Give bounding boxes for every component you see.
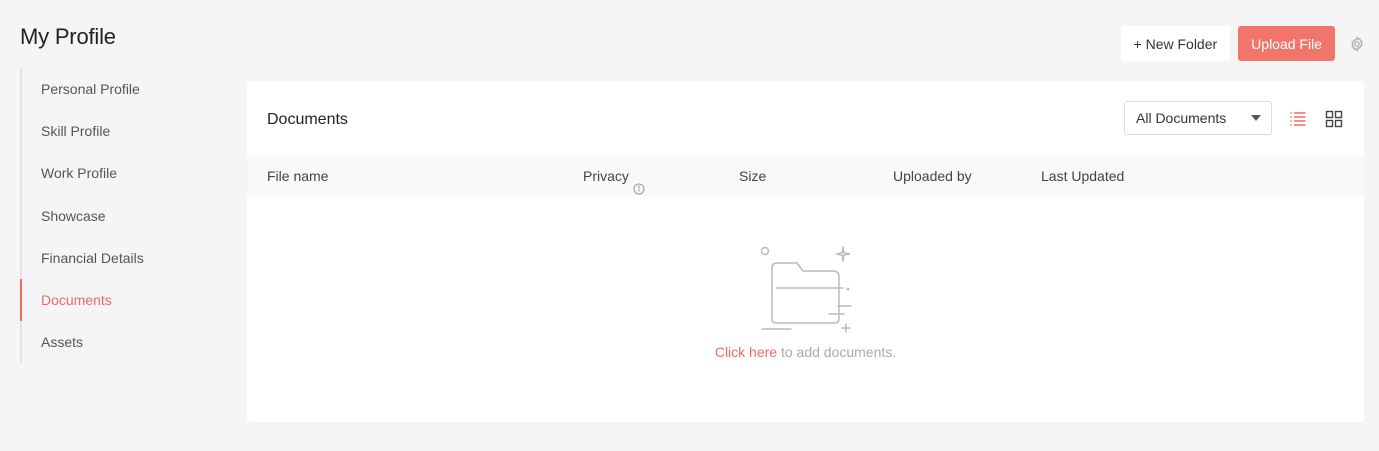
column-file-name[interactable]: File name bbox=[267, 156, 328, 196]
table-header: File name Privacy Size Uploaded by Last … bbox=[247, 156, 1364, 196]
column-privacy-label: Privacy bbox=[583, 168, 629, 184]
sidebar: Personal Profile Skill Profile Work Prof… bbox=[20, 68, 220, 364]
column-size[interactable]: Size bbox=[739, 156, 766, 196]
document-filter-value: All Documents bbox=[1136, 110, 1227, 126]
column-privacy[interactable]: Privacy bbox=[583, 156, 645, 196]
empty-state-text: to add documents. bbox=[777, 344, 897, 360]
top-actions: + New Folder Upload File bbox=[1120, 26, 1365, 61]
new-folder-button[interactable]: + New Folder bbox=[1120, 26, 1231, 61]
page-title: My Profile bbox=[20, 24, 116, 49]
gear-icon[interactable] bbox=[1349, 35, 1365, 52]
documents-title: Documents bbox=[267, 111, 348, 128]
click-here-link[interactable]: Click here bbox=[715, 344, 777, 360]
sidebar-item-work-profile[interactable]: Work Profile bbox=[22, 152, 220, 194]
upload-file-button[interactable]: Upload File bbox=[1238, 26, 1335, 61]
sidebar-item-showcase[interactable]: Showcase bbox=[22, 195, 220, 237]
info-icon[interactable] bbox=[633, 170, 645, 195]
documents-panel: Documents All Documents File name Privac… bbox=[247, 81, 1364, 422]
column-uploaded-by[interactable]: Uploaded by bbox=[893, 156, 972, 196]
document-filter-select[interactable]: All Documents bbox=[1124, 101, 1272, 135]
grid-view-icon[interactable] bbox=[1324, 109, 1344, 129]
sidebar-item-personal-profile[interactable]: Personal Profile bbox=[22, 68, 220, 110]
caret-down-icon bbox=[1251, 115, 1261, 121]
list-view-icon[interactable] bbox=[1288, 109, 1308, 129]
sidebar-item-assets[interactable]: Assets bbox=[22, 321, 220, 363]
empty-state-message: Click here to add documents. bbox=[247, 344, 1364, 360]
sidebar-item-financial-details[interactable]: Financial Details bbox=[22, 237, 220, 279]
empty-folder-illustration bbox=[759, 246, 853, 334]
sidebar-item-documents[interactable]: Documents bbox=[20, 278, 220, 322]
column-last-updated[interactable]: Last Updated bbox=[1041, 156, 1124, 196]
sidebar-item-skill-profile[interactable]: Skill Profile bbox=[22, 110, 220, 152]
